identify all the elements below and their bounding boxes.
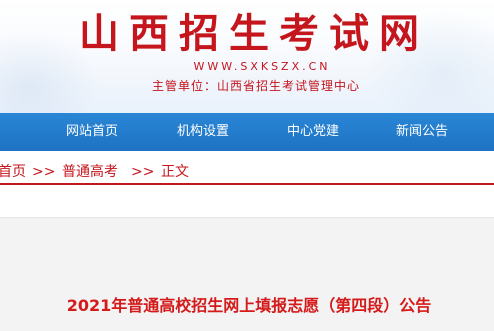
- breadcrumb-home-link[interactable]: 首页: [0, 159, 26, 185]
- breadcrumb: 首页 >> 普通高考 >> 正文: [0, 159, 494, 185]
- breadcrumb-separator: >>: [131, 164, 155, 180]
- site-url: WWW.SXKSZX.CN: [193, 60, 331, 73]
- site-title[interactable]: 山西招生考试网: [0, 10, 494, 58]
- nav-item-organization[interactable]: 机构设置: [177, 113, 229, 151]
- main-nav: 网站首页 机构设置 中心党建 新闻公告: [0, 113, 494, 151]
- article-title: 2021年普通高校招生网上填报志愿（第四段）公告: [66, 296, 432, 315]
- nav-item-news[interactable]: 新闻公告: [396, 113, 448, 151]
- nav-item-party-building[interactable]: 中心党建: [287, 113, 339, 151]
- breadcrumb-separator: >>: [32, 164, 56, 180]
- spacer: [0, 187, 494, 217]
- site-sponsor: 主管单位：山西省招生考试管理中心: [151, 79, 360, 93]
- breadcrumb-current: 正文: [161, 164, 189, 180]
- breadcrumb-gaokao-link[interactable]: 普通高考: [62, 159, 118, 185]
- nav-item-home[interactable]: 网站首页: [66, 113, 118, 151]
- site-header-banner: 山西招生考试网 WWW.SXKSZX.CN 主管单位：山西省招生考试管理中心: [0, 0, 494, 113]
